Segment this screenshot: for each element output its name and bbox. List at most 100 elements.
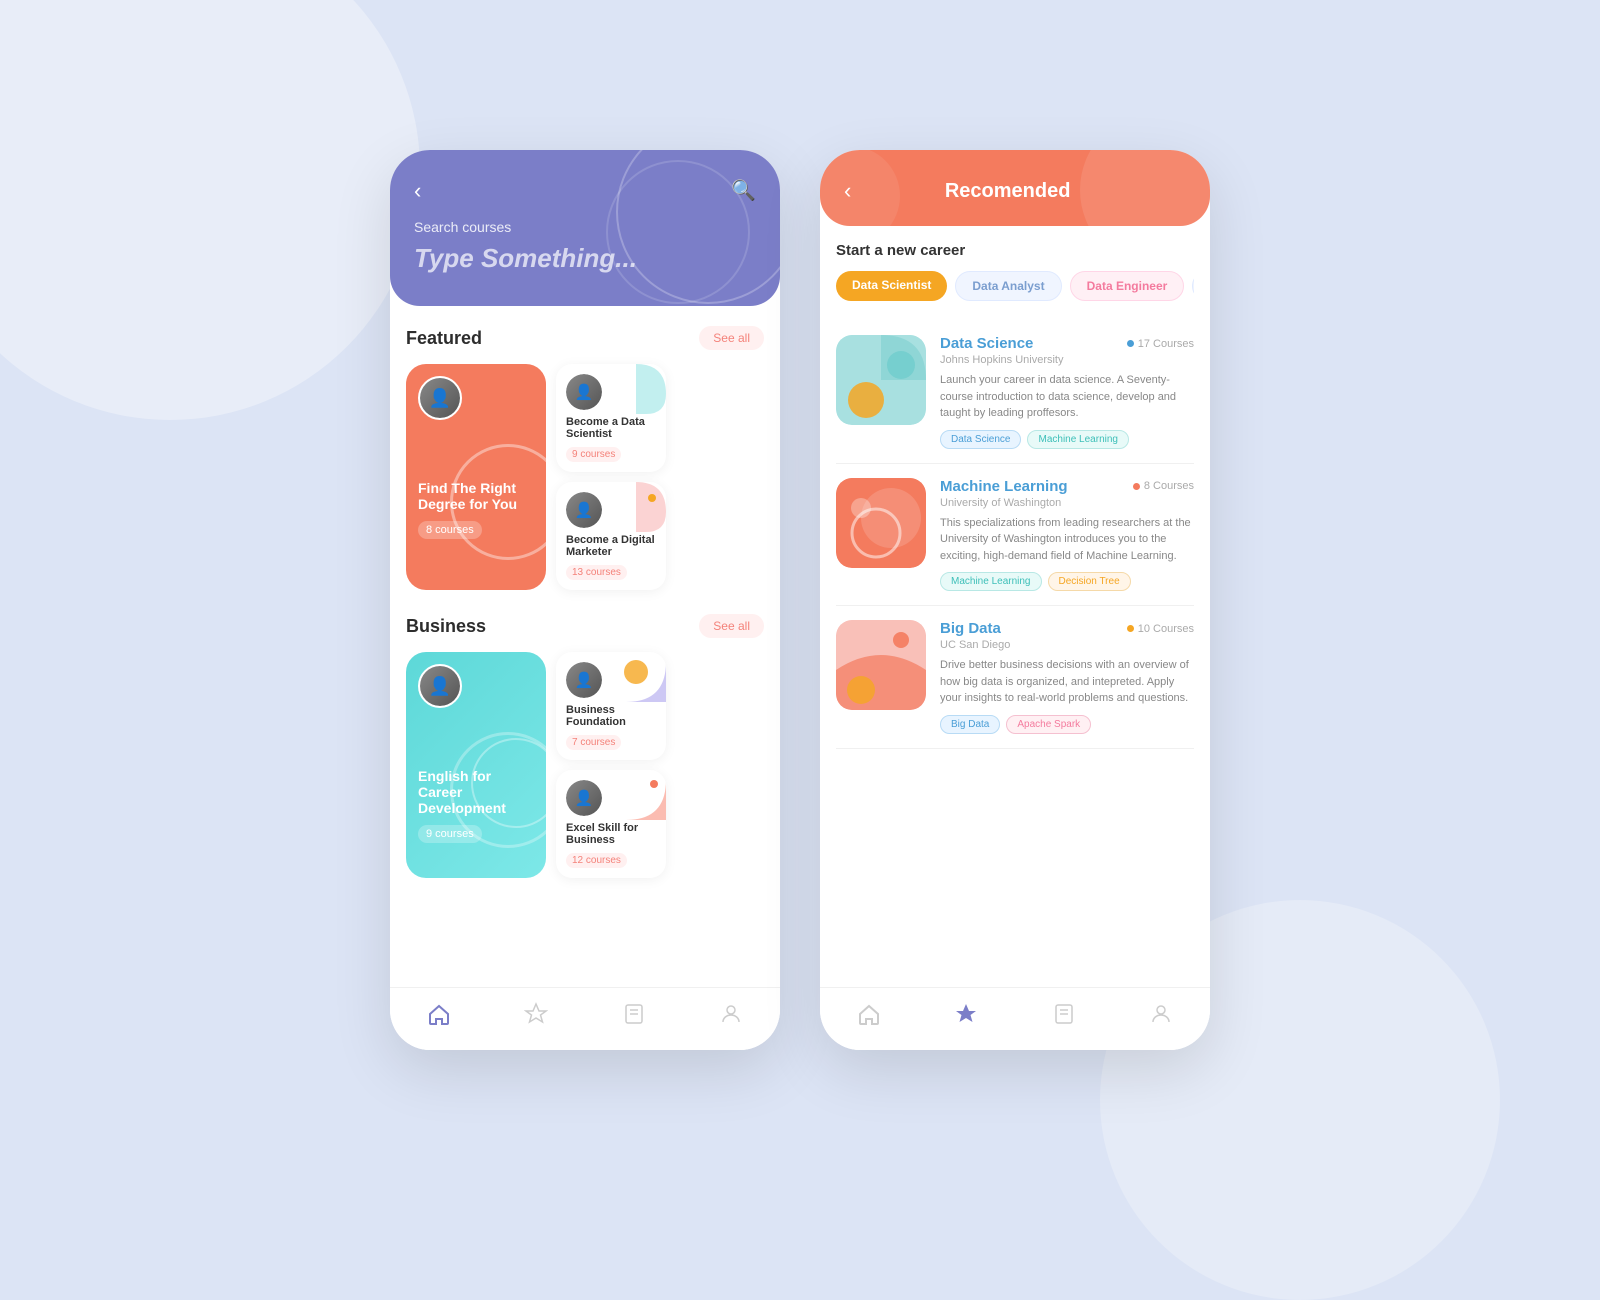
purple-shape-icon bbox=[606, 652, 666, 702]
phone2-nav-book-icon[interactable] bbox=[1052, 1002, 1076, 1032]
ml-course-name[interactable]: Machine Learning bbox=[940, 478, 1068, 495]
ds-tag-2[interactable]: Machine Learning bbox=[1027, 430, 1129, 449]
career-section-title: Start a new career bbox=[836, 242, 1194, 259]
featured-card-2[interactable]: 👤 Become a Data Scientist 9 courses bbox=[556, 364, 666, 472]
ds-dot-icon bbox=[1127, 340, 1134, 347]
bd-course-name[interactable]: Big Data bbox=[940, 620, 1001, 637]
tab-data-analyst[interactable]: Data Analyst bbox=[955, 271, 1061, 301]
ds-description: Launch your career in data science. A Se… bbox=[940, 372, 1194, 422]
avatar3-img: 👤 bbox=[566, 492, 602, 528]
ds-course-name[interactable]: Data Science bbox=[940, 335, 1033, 352]
ds-university: Johns Hopkins University bbox=[940, 354, 1194, 366]
ml-thumb-art bbox=[836, 478, 926, 568]
business-main-title: English for Career Development bbox=[418, 768, 534, 816]
phone2-bottom-nav bbox=[820, 987, 1210, 1050]
recommended-header: ‹ Recomended bbox=[820, 150, 1210, 226]
search-icon[interactable]: 🔍 bbox=[731, 178, 756, 203]
search-label: Search courses bbox=[414, 219, 756, 235]
teal-shape-icon bbox=[606, 364, 666, 414]
ml-university: University of Washington bbox=[940, 497, 1194, 509]
bcard2-img: 👤 bbox=[566, 662, 602, 698]
ml-tag-1[interactable]: Machine Learning bbox=[940, 572, 1042, 591]
featured-main-card[interactable]: 👤 Find The Right Degree for You 8 course… bbox=[406, 364, 546, 590]
bcard3-img: 👤 bbox=[566, 780, 602, 816]
bd-description: Drive better business decisions with an … bbox=[940, 657, 1194, 707]
featured-main-title: Find The Right Degree for You bbox=[418, 480, 534, 512]
phone2-scroll-body: Start a new career Data Scientist Data A… bbox=[820, 226, 1210, 987]
featured-small-cards: 👤 Become a Data Scientist 9 courses 👤 bbox=[556, 364, 666, 590]
recommended-title: Recomended bbox=[851, 180, 1164, 203]
tab-data-engineer[interactable]: Data Engineer bbox=[1070, 271, 1185, 301]
business-card-2[interactable]: 👤 Business Foundation 7 courses bbox=[556, 652, 666, 760]
business-see-all-button[interactable]: See all bbox=[699, 614, 764, 638]
card2-title: Become a Data Scientist bbox=[566, 416, 656, 440]
tab-de[interactable]: De... bbox=[1192, 271, 1194, 301]
course-thumb-bd bbox=[836, 620, 926, 710]
card3-avatar: 👤 bbox=[566, 492, 602, 528]
career-tabs-row: Data Scientist Data Analyst Data Enginee… bbox=[836, 271, 1194, 301]
featured-card-3[interactable]: 👤 Become a Digital Marketer 13 courses bbox=[556, 482, 666, 590]
search-header: ‹ 🔍 Search courses Type Something... bbox=[390, 150, 780, 306]
bd-tag-1[interactable]: Big Data bbox=[940, 715, 1000, 734]
course-card-data-science: Data Science 17 Courses Johns Hopkins Un… bbox=[836, 321, 1194, 464]
business-main-courses: 9 courses bbox=[418, 825, 482, 843]
course-info-ml: Machine Learning 8 Courses University of… bbox=[940, 478, 1194, 592]
business-avatar-img: 👤 bbox=[420, 666, 460, 706]
ml-tags: Machine Learning Decision Tree bbox=[940, 572, 1194, 591]
course-thumb-ml bbox=[836, 478, 926, 568]
avatar2-img: 👤 bbox=[566, 374, 602, 410]
bd-dot-icon bbox=[1127, 625, 1134, 632]
thumb-ml-bg bbox=[836, 478, 926, 568]
ds-tags: Data Science Machine Learning bbox=[940, 430, 1194, 449]
course-info-data-science: Data Science 17 Courses Johns Hopkins Un… bbox=[940, 335, 1194, 449]
featured-main-courses: 8 courses bbox=[418, 521, 482, 539]
salmon-shape-icon bbox=[606, 770, 666, 820]
bd-tag-2[interactable]: Apache Spark bbox=[1006, 715, 1091, 734]
card2-courses: 9 courses bbox=[566, 447, 621, 462]
nav-person-icon[interactable] bbox=[719, 1002, 743, 1032]
featured-main-avatar: 👤 bbox=[418, 376, 462, 420]
ml-dot-icon bbox=[1133, 483, 1140, 490]
red-dot-icon bbox=[650, 780, 658, 788]
business-main-card[interactable]: 👤 English for Career Development 9 cours… bbox=[406, 652, 546, 878]
card2-avatar: 👤 bbox=[566, 374, 602, 410]
ml-course-count: 8 Courses bbox=[1133, 480, 1194, 492]
course-card-big-data: Big Data 10 Courses UC San Diego Drive b… bbox=[836, 606, 1194, 749]
thumb-bd-bg bbox=[836, 620, 926, 710]
ds-tag-1[interactable]: Data Science bbox=[940, 430, 1021, 449]
bd-tags: Big Data Apache Spark bbox=[940, 715, 1194, 734]
business-main-avatar: 👤 bbox=[418, 664, 462, 708]
phone2-nav-star-icon[interactable] bbox=[954, 1002, 978, 1032]
phone1-bottom-nav bbox=[390, 987, 780, 1050]
phone1-scroll-body: Featured See all 👤 Find The Right Degree… bbox=[390, 306, 780, 987]
phone2-nav-home-icon[interactable] bbox=[857, 1002, 881, 1032]
bcard2-title: Business Foundation bbox=[566, 704, 656, 728]
card3-courses: 13 courses bbox=[566, 565, 627, 580]
ml-name-row: Machine Learning 8 Courses bbox=[940, 478, 1194, 495]
nav-book-icon[interactable] bbox=[622, 1002, 646, 1032]
business-small-cards: 👤 Business Foundation 7 courses 👤 bbox=[556, 652, 666, 878]
pink-shape-icon bbox=[606, 482, 666, 532]
course-card-machine-learning: Machine Learning 8 Courses University of… bbox=[836, 464, 1194, 607]
featured-cards-row: 👤 Find The Right Degree for You 8 course… bbox=[406, 364, 764, 590]
bd-university: UC San Diego bbox=[940, 639, 1194, 651]
phone2-back-button[interactable]: ‹ bbox=[844, 178, 851, 204]
nav-home-icon[interactable] bbox=[427, 1002, 451, 1032]
phone2-nav-person-icon[interactable] bbox=[1149, 1002, 1173, 1032]
bcard3-avatar: 👤 bbox=[566, 780, 602, 816]
ds-thumb-art bbox=[836, 335, 926, 425]
business-card-3[interactable]: 👤 Excel Skill for Business 12 courses bbox=[556, 770, 666, 878]
featured-see-all-button[interactable]: See all bbox=[699, 326, 764, 350]
bcard2-avatar: 👤 bbox=[566, 662, 602, 698]
ml-description: This specializations from leading resear… bbox=[940, 515, 1194, 565]
back-button[interactable]: ‹ bbox=[414, 180, 421, 202]
bcard2-courses: 7 courses bbox=[566, 735, 621, 750]
course-thumb-data-science bbox=[836, 335, 926, 425]
bd-name-row: Big Data 10 Courses bbox=[940, 620, 1194, 637]
ml-tag-2[interactable]: Decision Tree bbox=[1048, 572, 1131, 591]
bcard3-courses: 12 courses bbox=[566, 853, 627, 868]
nav-star-icon[interactable] bbox=[524, 1002, 548, 1032]
tab-data-scientist[interactable]: Data Scientist bbox=[836, 271, 947, 301]
orange-dot-icon bbox=[648, 494, 656, 502]
bcard3-title: Excel Skill for Business bbox=[566, 822, 656, 846]
